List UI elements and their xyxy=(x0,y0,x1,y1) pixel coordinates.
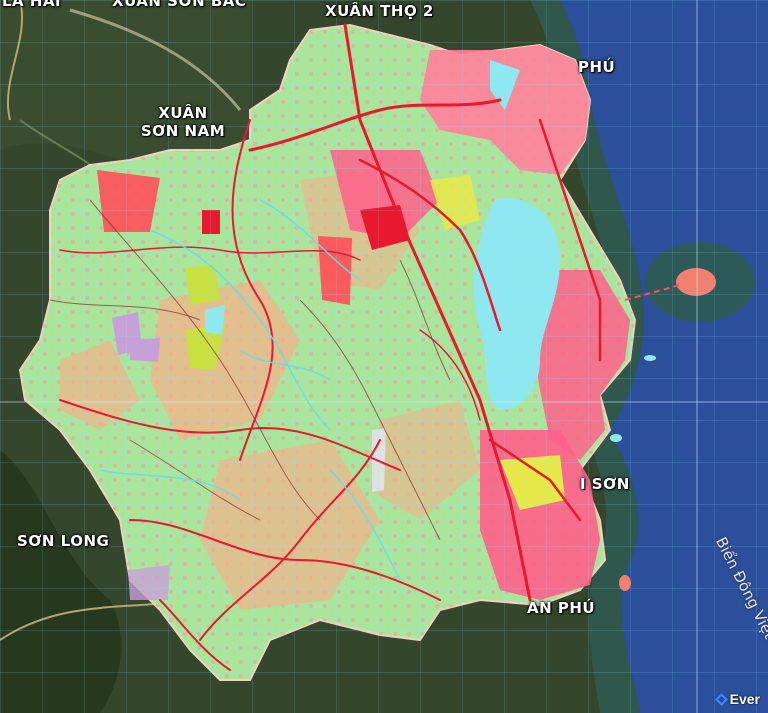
place-label-la-hai: LA HAI xyxy=(2,0,62,10)
place-label-line: SƠN NAM xyxy=(140,122,226,140)
place-label-xuan-son-nam: XUÂN SƠN NAM xyxy=(133,104,233,140)
brand-watermark[interactable]: Ever xyxy=(714,691,760,707)
place-label-xuan-tho-2: XUÂN THỌ 2 xyxy=(325,2,434,20)
place-label-son: I SƠN xyxy=(580,475,630,493)
place-label-an-phu: AN PHÚ xyxy=(527,599,596,617)
map-canvas[interactable] xyxy=(0,0,768,713)
land-use-map[interactable]: LA HAI XUÂN SƠN BẮC XUÂN THỌ 2 XUÂN SƠN … xyxy=(0,0,768,713)
place-label-xuan-son-bac: XUÂN SƠN BẮC xyxy=(112,0,247,10)
place-label-son-long: SƠN LONG xyxy=(17,532,110,550)
diamond-logo-icon xyxy=(714,692,728,706)
place-label-phu: PHÚ xyxy=(578,58,616,76)
place-label-line: XUÂN xyxy=(158,104,208,122)
brand-name: Ever xyxy=(729,691,760,707)
